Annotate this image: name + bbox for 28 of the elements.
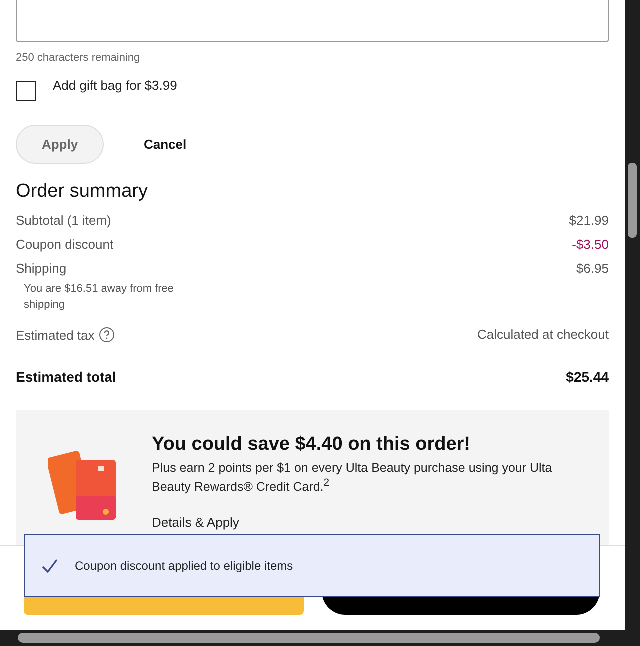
gift-bag-checkbox[interactable] <box>16 81 36 101</box>
total-value: $25.44 <box>566 369 609 385</box>
check-icon <box>41 556 59 574</box>
summary-value: -$3.50 <box>572 237 609 252</box>
summary-label: Estimated tax <box>16 328 95 342</box>
summary-label: Coupon discount <box>16 237 114 252</box>
promo-title: You could save $4.40 on this order! <box>152 434 472 456</box>
vertical-scrollbar[interactable] <box>625 0 640 630</box>
horizontal-scrollbar[interactable] <box>0 630 640 646</box>
summary-value: $6.95 <box>576 261 609 276</box>
note-field[interactable] <box>16 0 609 42</box>
details-link[interactable]: Details & Apply <box>152 515 240 530</box>
scrollbar-thumb[interactable] <box>18 633 600 643</box>
toast-message: Coupon discount applied to eligible items <box>75 558 294 572</box>
scrollbar-thumb[interactable] <box>628 163 637 238</box>
cancel-button[interactable]: Cancel <box>126 133 205 156</box>
shipping-note: You are $16.51 away from free shipping <box>24 282 176 313</box>
promo-text: Plus earn 2 points per $1 on every Ulta Beauty purchase using your Ulta Beauty Rewards® Credit Card.$^{2}$ <box>152 460 554 496</box>
summary-label: Shipping <box>16 261 67 276</box>
character-counter: 250 characters remaining <box>16 52 142 64</box>
total-label: Estimated total <box>16 369 116 385</box>
section-heading: Order summary <box>16 181 149 203</box>
help-icon[interactable] <box>98 327 115 343</box>
gift-bag-label: Add gift bag for $3.99 <box>53 78 178 93</box>
summary-value: Calculated at checkout <box>477 327 609 342</box>
summary-value: $21.99 <box>569 213 609 228</box>
summary-label: Subtotal (1 item) <box>16 213 112 228</box>
apply-button[interactable]: Apply <box>16 125 104 164</box>
